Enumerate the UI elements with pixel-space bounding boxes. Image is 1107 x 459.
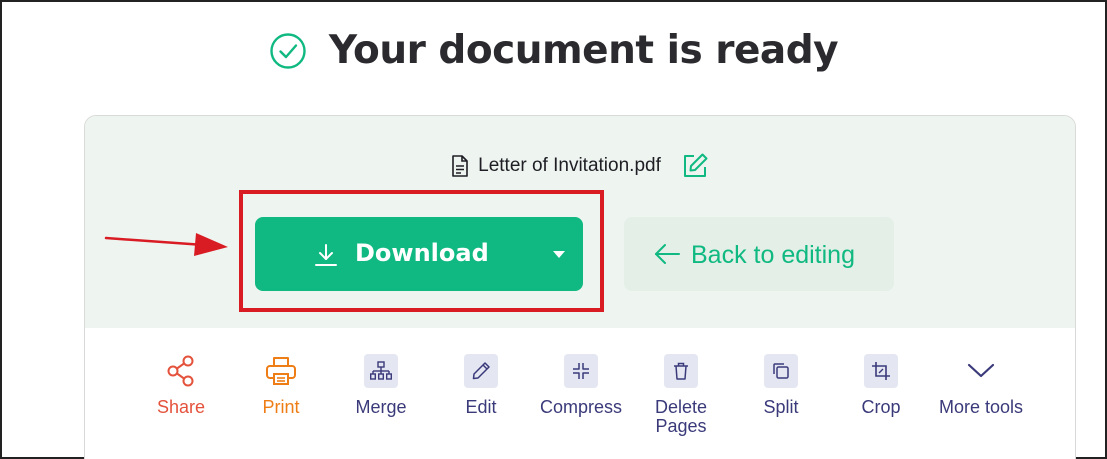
tool-share[interactable]: Share — [131, 354, 231, 417]
crop-icon-wrap — [864, 354, 898, 388]
tool-more-tools[interactable]: More tools — [931, 354, 1031, 417]
chevron-down-icon — [967, 363, 995, 378]
page-header: Your document is ready — [0, 28, 1107, 73]
tools-toolbar: Share Print Merge Edit Compress Delete P… — [131, 342, 1031, 459]
compress-icon — [573, 363, 589, 379]
trash-icon — [674, 362, 688, 380]
tool-print[interactable]: Print — [231, 354, 331, 417]
highlight-box — [239, 190, 604, 312]
check-circle-icon — [270, 32, 306, 69]
tool-label: Crop — [861, 397, 901, 417]
tool-label: Compress — [539, 397, 623, 417]
tool-label: Edit — [465, 397, 497, 417]
crop-icon — [872, 362, 890, 380]
page-title: Your document is ready — [328, 28, 839, 73]
arrow-left-icon — [655, 244, 680, 264]
pencil-icon-wrap — [464, 354, 498, 388]
pencil-icon — [472, 362, 490, 380]
tool-label: Merge — [355, 397, 407, 417]
printer-icon — [266, 357, 296, 385]
printer-icon-wrap — [264, 354, 298, 388]
tool-label: Print — [262, 397, 300, 417]
tool-label: Delete Pages — [654, 397, 708, 436]
share-icon — [167, 355, 194, 387]
tool-edit[interactable]: Edit — [431, 354, 531, 417]
trash-icon-wrap — [664, 354, 698, 388]
tool-label: Split — [763, 397, 799, 417]
merge-icon-wrap — [364, 354, 398, 388]
split-icon-wrap — [764, 354, 798, 388]
tool-compress[interactable]: Compress — [531, 354, 631, 417]
tool-delete-pages[interactable]: Delete Pages — [631, 354, 731, 436]
tool-label: More tools — [938, 397, 1024, 417]
merge-icon — [370, 361, 392, 380]
share-icon-wrap — [164, 354, 198, 388]
chevron-down-icon-wrap — [964, 354, 998, 388]
pencil-square-icon[interactable] — [681, 152, 709, 180]
red-arrow-icon — [104, 233, 228, 256]
tool-crop[interactable]: Crop — [831, 354, 931, 417]
document-icon — [452, 155, 468, 177]
back-to-editing-label: Back to editing — [691, 241, 855, 269]
tool-label: Share — [156, 397, 206, 417]
file-name-row: Letter of Invitation.pdf — [85, 152, 1075, 180]
file-name: Letter of Invitation.pdf — [478, 155, 661, 176]
split-icon — [773, 363, 789, 379]
tool-merge[interactable]: Merge — [331, 354, 431, 417]
tool-split[interactable]: Split — [731, 354, 831, 417]
back-to-editing-button[interactable]: Back to editing — [624, 217, 894, 291]
compress-icon-wrap — [564, 354, 598, 388]
